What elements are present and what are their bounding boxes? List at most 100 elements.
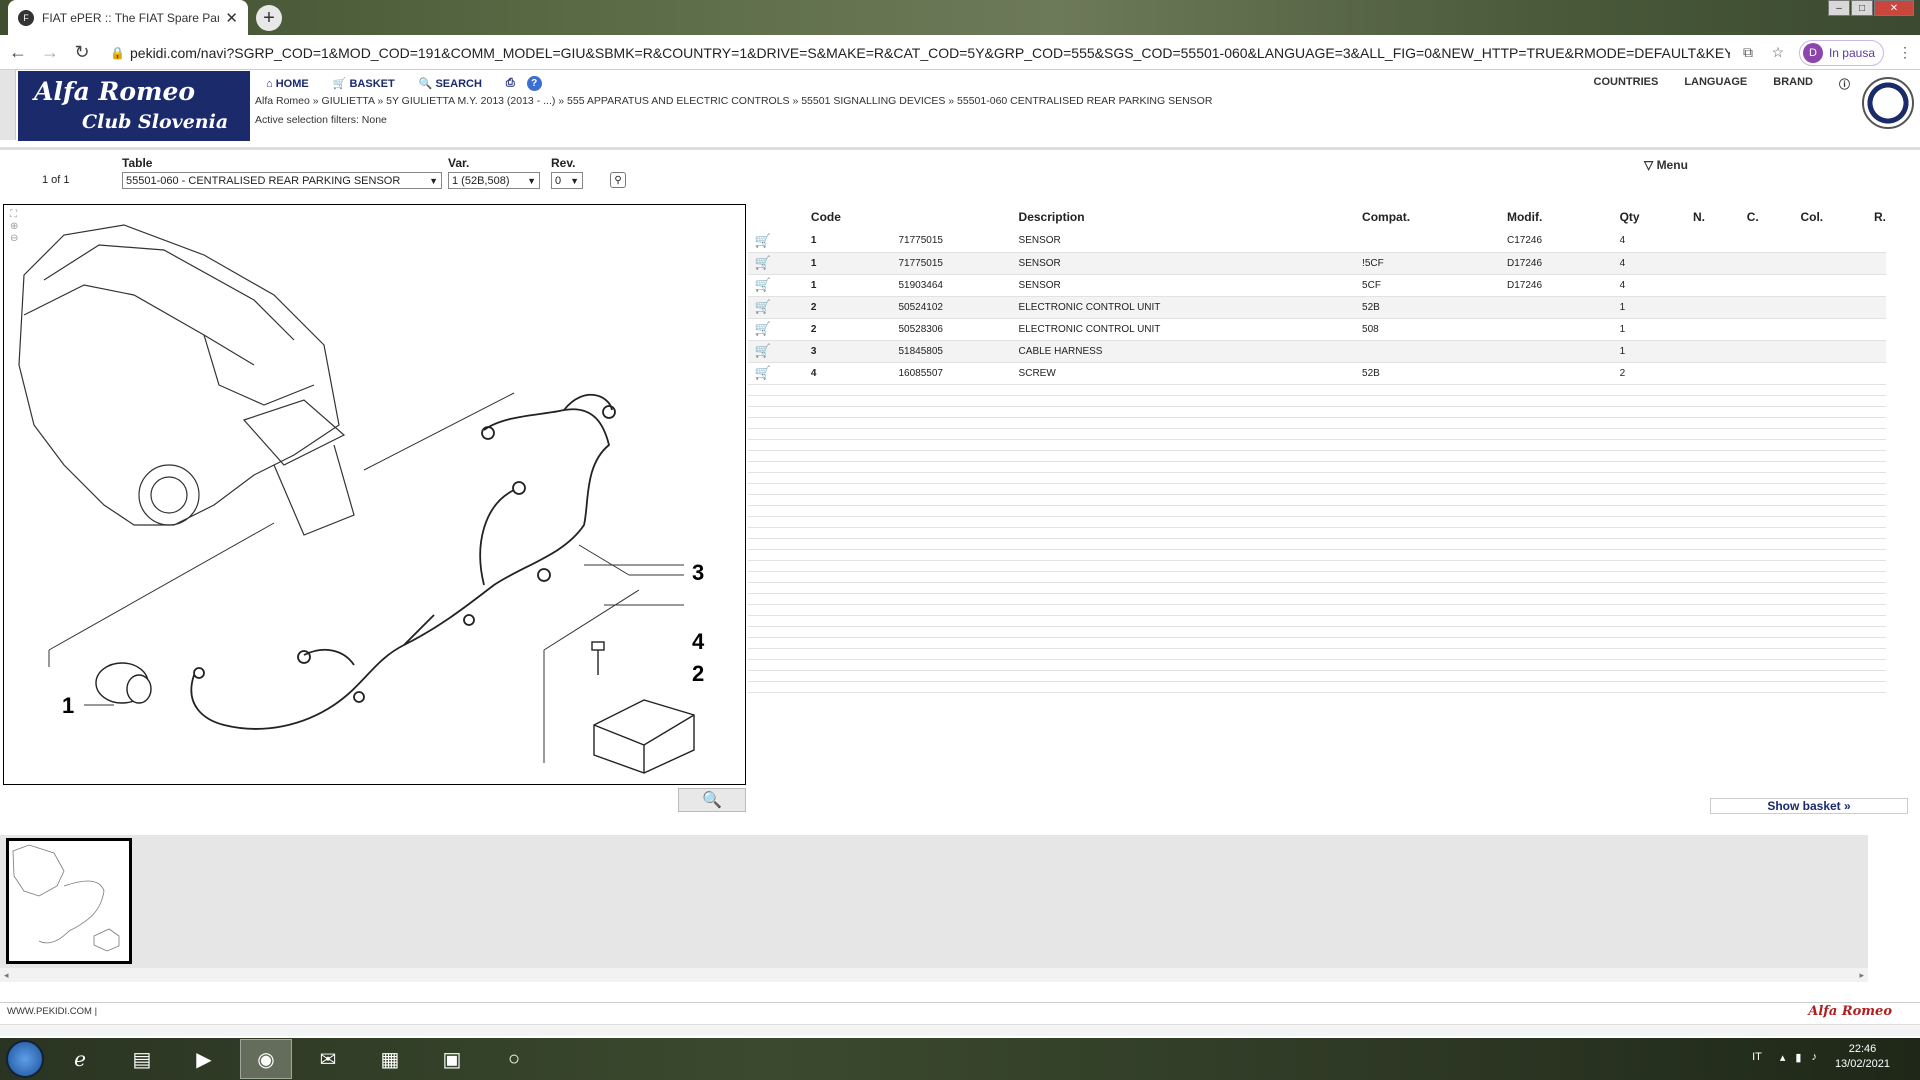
chevron-down-icon: ▼ bbox=[570, 175, 579, 186]
add-to-basket-icon[interactable]: 🛒 bbox=[752, 255, 774, 271]
row-modif[interactable] bbox=[1502, 340, 1616, 363]
nav-basket[interactable]: 🛒 BASKET bbox=[333, 77, 407, 90]
table-select[interactable]: 55501-060 - CENTRALISED REAR PARKING SEN… bbox=[122, 172, 442, 189]
scroll-left-icon[interactable]: ◂ bbox=[4, 970, 9, 981]
help-icon[interactable]: ? bbox=[526, 76, 542, 91]
table-row[interactable]: 🛒 1 51903464 SENSOR 5CF D17246 4 bbox=[748, 274, 1886, 297]
table-row[interactable]: 🛒 2 50524102 ELECTRONIC CONTROL UNIT 52B … bbox=[748, 296, 1886, 319]
maximize-button[interactable]: □ bbox=[1851, 0, 1873, 16]
empty-table-row bbox=[748, 626, 1886, 638]
row-modif[interactable] bbox=[1502, 318, 1616, 341]
show-basket-button[interactable]: Show basket » bbox=[1710, 798, 1908, 814]
scroll-right-icon[interactable]: ▸ bbox=[1859, 970, 1864, 981]
magnifier-icon: 🔍 bbox=[702, 792, 722, 809]
nav-countries[interactable]: COUNTRIES bbox=[1594, 76, 1659, 92]
nav-basket-label: BASKET bbox=[349, 78, 395, 90]
club-logo[interactable]: Alfa Romeo Club Slovenia bbox=[18, 71, 250, 141]
callout-4[interactable]: 4 bbox=[692, 629, 705, 654]
empty-cell bbox=[748, 428, 1886, 440]
table-row[interactable]: 🛒 1 71775015 SENSOR C17246 4 bbox=[748, 230, 1886, 253]
drawing-thumbnail[interactable] bbox=[6, 838, 132, 964]
callout-2[interactable]: 2 bbox=[692, 661, 704, 686]
empty-table-row bbox=[748, 670, 1886, 682]
row-ref: 4 bbox=[810, 367, 817, 379]
internet-explorer-icon[interactable]: ℯ bbox=[54, 1039, 106, 1079]
row-modif[interactable] bbox=[1502, 296, 1616, 319]
bookmark-star-icon[interactable]: ☆ bbox=[1763, 44, 1793, 61]
clock[interactable]: 22:46 13/02/2021 bbox=[1835, 1042, 1890, 1072]
add-to-basket-icon[interactable]: 🛒 bbox=[752, 277, 774, 293]
nav-home-label: HOME bbox=[275, 77, 309, 90]
nav-brand[interactable]: BRAND bbox=[1773, 76, 1813, 92]
rev-select[interactable]: 0 ▼ bbox=[551, 172, 583, 189]
filter-icon[interactable]: ⚲ bbox=[610, 172, 626, 188]
close-tab-icon[interactable]: ✕ bbox=[225, 9, 238, 27]
add-to-basket-icon[interactable]: 🛒 bbox=[752, 299, 774, 315]
row-modif[interactable]: C17246 bbox=[1502, 230, 1616, 253]
nav-search[interactable]: 🔍 SEARCH bbox=[419, 77, 494, 90]
translate-icon[interactable]: ⧉ bbox=[1733, 44, 1763, 61]
volume-icon[interactable]: ♪ bbox=[1811, 1051, 1817, 1063]
callout-3[interactable]: 3 bbox=[692, 560, 704, 585]
new-tab-button[interactable]: + bbox=[256, 5, 282, 31]
breadcrumb[interactable]: Alfa Romeo » GIULIETTA » 5Y GIULIETTA M.… bbox=[255, 95, 1212, 107]
col-col: Col. bbox=[1800, 210, 1824, 224]
forward-icon[interactable]: → bbox=[36, 42, 64, 63]
empty-cell bbox=[748, 571, 1886, 583]
col-n: N. bbox=[1692, 210, 1705, 224]
footer-site[interactable]: WWW.PEKIDI.COM | bbox=[7, 1006, 97, 1017]
minimize-button[interactable]: – bbox=[1828, 0, 1850, 16]
print-icon[interactable]: ⎙ bbox=[506, 77, 515, 90]
file-explorer-icon[interactable]: ▤ bbox=[116, 1039, 168, 1079]
add-to-basket-icon[interactable]: 🛒 bbox=[752, 365, 774, 381]
add-to-basket-icon[interactable]: 🛒 bbox=[752, 343, 774, 359]
outlook-icon[interactable]: ✉ bbox=[302, 1039, 354, 1079]
row-col bbox=[1796, 296, 1870, 319]
table-controls: 1 of 1 Table 55501-060 - CENTRALISED REA… bbox=[0, 150, 1920, 198]
row-modif[interactable]: D17246 bbox=[1502, 274, 1616, 297]
table-row[interactable]: 🛒 2 50528306 ELECTRONIC CONTROL UNIT 508 … bbox=[748, 318, 1886, 341]
profile-button[interactable]: D In pausa bbox=[1798, 39, 1884, 66]
reload-icon[interactable]: ↻ bbox=[68, 42, 96, 63]
network-icon[interactable]: ▮ bbox=[1795, 1051, 1801, 1064]
row-modif[interactable]: D17246 bbox=[1502, 252, 1616, 275]
table-row[interactable]: 🛒 1 71775015 SENSOR !5CF D17246 4 bbox=[748, 252, 1886, 275]
media-player-icon[interactable]: ▶ bbox=[178, 1039, 230, 1079]
language-indicator[interactable]: IT bbox=[1752, 1051, 1762, 1063]
system-tray: IT ▴ ▮ ♪ 22:46 13/02/2021 bbox=[1752, 1042, 1890, 1072]
info-icon[interactable]: ⓘ bbox=[1839, 76, 1850, 92]
row-code: 2 50528306 bbox=[806, 318, 1015, 341]
zoom-tools[interactable]: ⛶ ⊕ ⊖ bbox=[10, 209, 18, 245]
nav-home[interactable]: ⌂ HOME bbox=[266, 78, 321, 90]
add-to-basket-icon[interactable]: 🛒 bbox=[752, 233, 774, 249]
callout-1[interactable]: 1 bbox=[62, 693, 74, 718]
close-window-button[interactable]: ✕ bbox=[1874, 0, 1914, 16]
remote-desktop-icon[interactable]: ▣ bbox=[426, 1039, 478, 1079]
ecu-part bbox=[593, 699, 695, 774]
table-row[interactable]: 🛒 4 16085507 SCREW 52B 2 bbox=[748, 362, 1886, 385]
table-row[interactable]: 🛒 3 51845805 CABLE HARNESS 1 bbox=[748, 340, 1886, 363]
chrome-icon[interactable]: ◉ bbox=[240, 1039, 292, 1079]
kebab-menu-icon[interactable]: ⋮ bbox=[1890, 44, 1920, 61]
exploded-drawing[interactable]: ⛶ ⊕ ⊖ 3 4 2 1 bbox=[3, 204, 746, 785]
print-app-icon[interactable]: ▦ bbox=[364, 1039, 416, 1079]
tray-arrow-icon[interactable]: ▴ bbox=[1780, 1051, 1786, 1064]
row-n bbox=[1688, 274, 1743, 297]
add-to-basket-icon[interactable]: 🛒 bbox=[752, 321, 774, 337]
horizontal-scrollbar[interactable]: ◂ ▸ bbox=[0, 968, 1868, 982]
clock-date: 13/02/2021 bbox=[1834, 1058, 1890, 1070]
empty-cell bbox=[748, 549, 1886, 561]
zoom-drawing-button[interactable]: 🔍 bbox=[678, 788, 746, 812]
address-bar[interactable]: 🔒 pekidi.com/navi?SGRP_COD=1&MOD_COD=191… bbox=[110, 39, 1730, 66]
empty-table-row bbox=[748, 593, 1886, 605]
page-horizontal-scrollbar[interactable] bbox=[0, 1024, 1920, 1036]
row-modif[interactable] bbox=[1502, 362, 1616, 385]
var-select[interactable]: 1 (52B,508) ▼ bbox=[448, 172, 540, 189]
browser-tab[interactable]: F FIAT ePER :: The FIAT Spare Parts ✕ bbox=[8, 0, 248, 35]
opera-icon[interactable]: ○ bbox=[488, 1039, 540, 1079]
row-ref: 1 bbox=[810, 279, 817, 291]
nav-language[interactable]: LANGUAGE bbox=[1684, 76, 1747, 92]
back-icon[interactable]: ← bbox=[4, 42, 32, 63]
start-button[interactable] bbox=[6, 1040, 44, 1078]
menu-toggle[interactable]: ▽ Menu bbox=[1644, 158, 1688, 172]
